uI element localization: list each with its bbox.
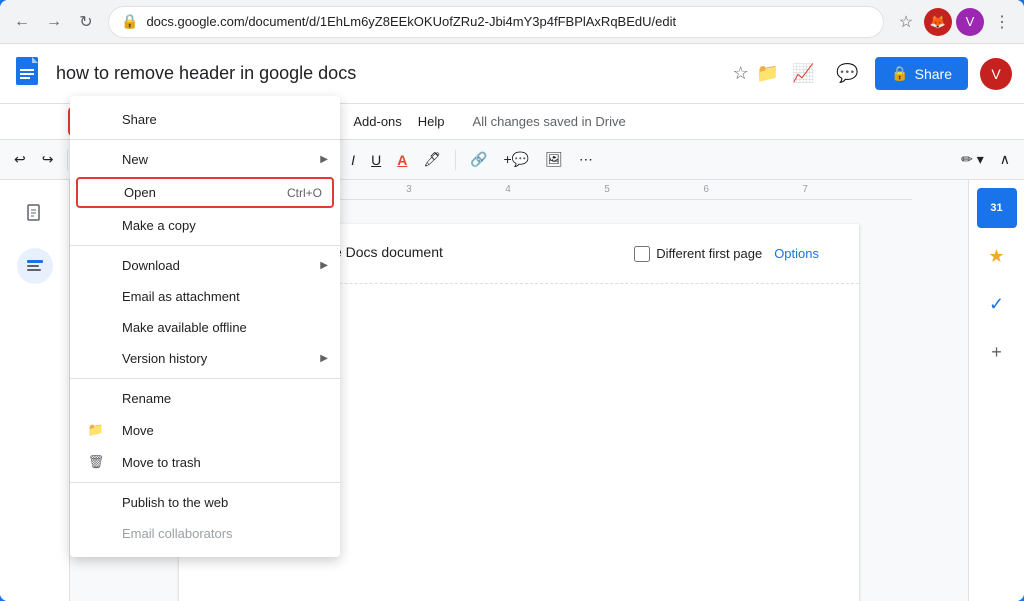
autosave-status: All changes saved in Drive — [473, 114, 626, 129]
tasks-button[interactable]: ✓ — [977, 284, 1017, 324]
toolbar-divider-2 — [179, 150, 180, 170]
document-page: er of this Google Docs document Differen… — [179, 224, 859, 601]
share-label: Share — [915, 66, 952, 82]
header-text: er of this Google Docs document — [239, 244, 443, 260]
font-dropdown-icon: ▾ — [227, 152, 234, 168]
calendar-button[interactable]: 31 — [977, 188, 1017, 228]
docs-logo — [12, 56, 48, 92]
collapse-toolbar-button[interactable]: ∧ — [994, 147, 1016, 172]
browser-toolbar: ← → ↻ 🔒 docs.google.com/document/d/1EhLm… — [0, 0, 1024, 44]
right-panel: 31 ★ ✓ + — [968, 180, 1024, 601]
more-button[interactable]: ⋮ — [988, 8, 1016, 36]
toolbar-divider-1 — [67, 150, 68, 170]
forward-button[interactable]: → — [40, 8, 68, 36]
redo-button[interactable]: ↪ — [36, 147, 60, 172]
trend-button[interactable]: 📈 — [787, 58, 819, 90]
image-button[interactable]: 🖼 — [539, 147, 569, 172]
tasks-icon: ✓ — [989, 294, 1004, 315]
bold-button[interactable]: B — [319, 148, 341, 172]
toolbar-divider-5 — [455, 150, 456, 170]
options-link[interactable]: Options — [774, 246, 819, 261]
menu-item-insert[interactable]: Insert — [193, 110, 242, 133]
diff-first-page-checkbox[interactable] — [634, 246, 650, 262]
main-area: 1 2 3 4 5 6 7 er of this Google Docs doc… — [0, 180, 1024, 601]
share-lock-icon: 🔒 — [891, 65, 908, 82]
doc-title[interactable]: how to remove header in google docs — [56, 63, 725, 84]
share-button[interactable]: 🔒 Share — [875, 57, 968, 90]
menu-item-edit[interactable]: Edit — [111, 110, 149, 133]
avatar[interactable]: V — [980, 58, 1012, 90]
menu-item-help[interactable]: Help — [410, 110, 453, 133]
font-size-label: 11 — [269, 152, 283, 167]
sidebar-icon-outline[interactable] — [17, 248, 53, 284]
profile-icon-2[interactable]: V — [956, 8, 984, 36]
more-toolbar-button[interactable]: ⋯ — [573, 147, 599, 172]
browser-actions: ☆ 🦊 V ⋮ — [892, 8, 1016, 36]
font-label: Arial — [197, 152, 223, 167]
title-actions: ☆ 📁 — [733, 63, 780, 84]
ruler: 1 2 3 4 5 6 7 — [140, 180, 912, 200]
font-select[interactable]: Arial ▾ — [188, 149, 243, 171]
undo-button[interactable]: ↩ — [8, 147, 32, 172]
italic-button[interactable]: I — [345, 148, 361, 172]
doc-body[interactable] — [179, 284, 859, 364]
style-dropdown-icon: ▾ — [156, 152, 163, 168]
nav-buttons: ← → ↻ — [8, 8, 100, 36]
add-icon: + — [991, 342, 1002, 363]
browser-window: ← → ↻ 🔒 docs.google.com/document/d/1EhLm… — [0, 0, 1024, 601]
link-button[interactable]: 🔗 — [464, 147, 493, 172]
back-button[interactable]: ← — [8, 8, 36, 36]
add-plugin-button[interactable]: + — [977, 332, 1017, 372]
document-area: 1 2 3 4 5 6 7 er of this Google Docs doc… — [70, 180, 968, 601]
left-sidebar — [0, 180, 70, 601]
notes-icon: ★ — [988, 246, 1004, 267]
font-size-dropdown-icon: ▾ — [287, 152, 294, 168]
menu-item-addons[interactable]: Add-ons — [345, 110, 409, 133]
comment-button[interactable]: 💬 — [831, 58, 863, 90]
diff-first-page: Different first page — [634, 246, 762, 262]
star-button[interactable]: ☆ — [733, 63, 749, 84]
style-label: Normal text — [85, 152, 151, 167]
notes-button[interactable]: ★ — [977, 236, 1017, 276]
menu-item-tools[interactable]: Tools — [299, 110, 345, 133]
font-size-select[interactable]: 11 ▾ — [260, 149, 302, 171]
highlight-button[interactable]: 🖊 — [417, 147, 447, 172]
app-container: how to remove header in google docs ☆ 📁 … — [0, 44, 1024, 601]
toolbar-divider-3 — [251, 150, 252, 170]
comment-toolbar-button[interactable]: +💬 — [498, 147, 536, 172]
app-header: how to remove header in google docs ☆ 📁 … — [0, 44, 1024, 104]
style-select[interactable]: Normal text ▾ — [76, 149, 171, 171]
calendar-label: 31 — [990, 202, 1002, 214]
refresh-button[interactable]: ↻ — [72, 8, 100, 36]
header-options: Different first page Options — [634, 246, 819, 262]
toolbar-right: ✏ ▾ ∧ — [955, 147, 1016, 172]
lock-icon: 🔒 — [121, 13, 138, 30]
url-text: docs.google.com/document/d/1EhLm6yZ8EEkO… — [146, 14, 871, 29]
document-wrapper: er of this Google Docs document Differen… — [179, 224, 859, 577]
toolbar: ↩ ↪ Normal text ▾ Arial ▾ 11 ▾ B I U A 🖊 — [0, 140, 1024, 180]
address-bar[interactable]: 🔒 docs.google.com/document/d/1EhLm6yZ8EE… — [108, 6, 884, 38]
menu-item-format[interactable]: Format — [242, 110, 299, 133]
underline-button[interactable]: U — [365, 148, 387, 172]
bookmark-button[interactable]: ☆ — [892, 8, 920, 36]
header-area[interactable]: er of this Google Docs document Differen… — [179, 224, 859, 284]
menu-bar: File Edit View Insert Format Tools Add-o… — [0, 104, 1024, 140]
sidebar-icon-pages[interactable] — [17, 196, 53, 232]
edit-mode-button[interactable]: ✏ ▾ — [955, 147, 990, 172]
folder-button[interactable]: 📁 — [757, 63, 779, 84]
font-color-button[interactable]: A — [391, 148, 413, 172]
diff-first-page-label: Different first page — [656, 246, 762, 261]
menu-item-view[interactable]: View — [149, 110, 193, 133]
toolbar-divider-4 — [310, 150, 311, 170]
menu-item-file[interactable]: File — [70, 108, 111, 135]
profile-icon[interactable]: 🦊 — [924, 8, 952, 36]
header-right: 📈 💬 🔒 Share V — [787, 57, 1012, 90]
